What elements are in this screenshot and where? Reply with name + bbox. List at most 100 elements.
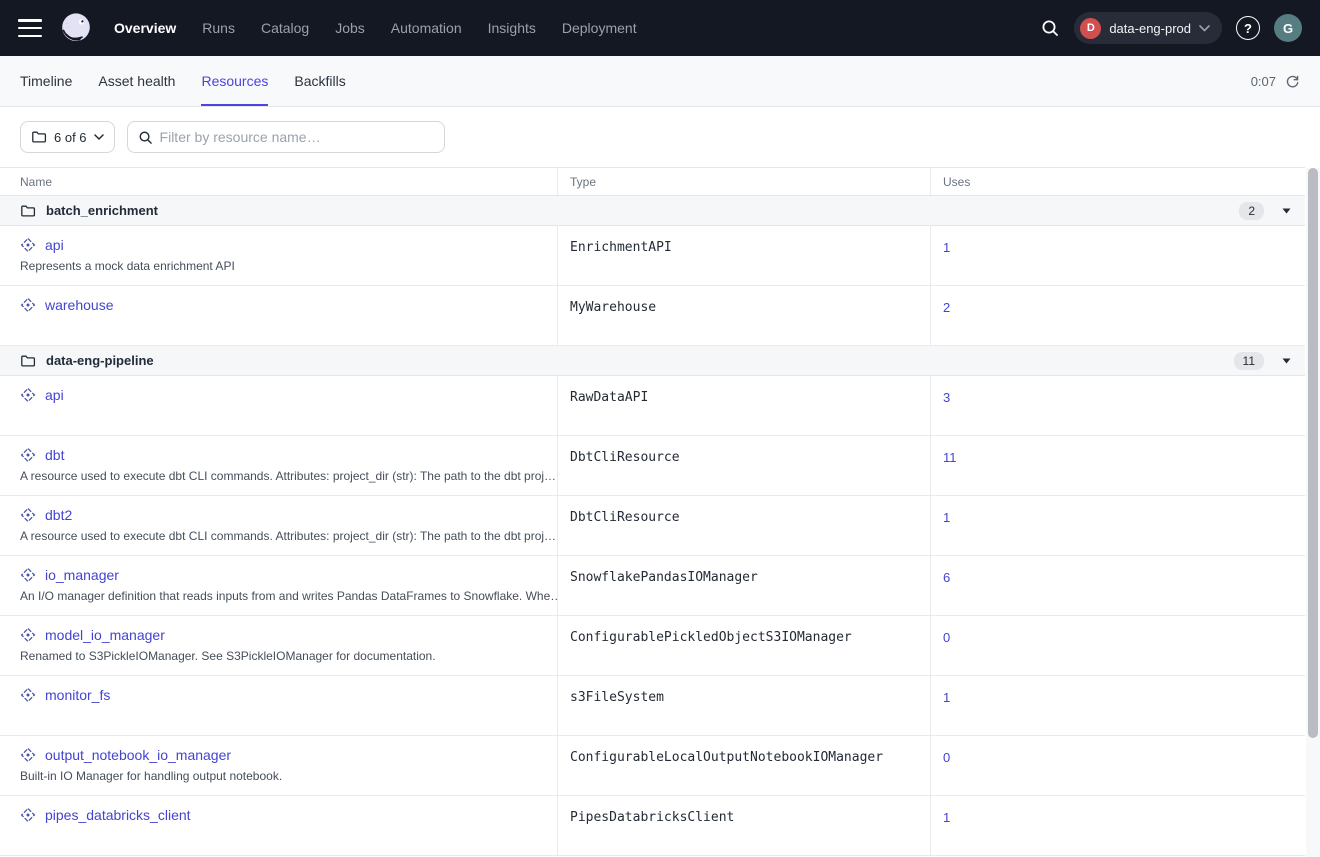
menu-icon[interactable] <box>18 19 42 37</box>
top-navbar: Overview Runs Catalog Jobs Automation Insight… <box>0 0 1320 56</box>
resource-type: ConfigurablePickledObjectS3IOManager <box>557 616 930 675</box>
uses-count-link[interactable]: 11 <box>943 450 957 465</box>
group-count-badge: 2 <box>1239 202 1264 220</box>
nav-item-automation[interactable]: Automation <box>391 20 462 36</box>
uses-cell: 11 <box>930 436 1305 495</box>
tab-resources[interactable]: Resources <box>201 56 268 106</box>
resource-description: Built-in IO Manager for handling output … <box>20 769 537 783</box>
resource-icon <box>20 387 36 403</box>
nav-item-overview[interactable]: Overview <box>114 20 176 36</box>
column-header-name: Name <box>0 175 557 189</box>
scrollbar-thumb[interactable] <box>1308 168 1318 738</box>
nav-item-insights[interactable]: Insights <box>488 20 536 36</box>
uses-count-link[interactable]: 6 <box>943 570 950 585</box>
resource-name-link[interactable]: api <box>45 387 64 403</box>
tab-bar: Timeline Asset health Resources Backfills 0… <box>0 56 1320 107</box>
tab-asset-health[interactable]: Asset health <box>98 56 175 106</box>
uses-count-link[interactable]: 2 <box>943 300 950 315</box>
search-icon <box>138 130 153 145</box>
tab-backfills[interactable]: Backfills <box>294 56 345 106</box>
resource-name-link[interactable]: monitor_fs <box>45 687 110 703</box>
folder-icon <box>20 203 36 219</box>
resource-icon <box>20 507 36 523</box>
table-row-warehouse: warehouseMyWarehouse2 <box>0 286 1305 346</box>
refresh-icon[interactable] <box>1285 74 1300 89</box>
resource-icon <box>20 567 36 583</box>
table-row-io-manager: io_manager An I/O manager definition that… <box>0 556 1305 616</box>
resource-icon <box>20 807 36 823</box>
tab-timeline[interactable]: Timeline <box>20 56 72 106</box>
uses-count-link[interactable]: 0 <box>943 630 950 645</box>
scrollbar-track[interactable] <box>1306 168 1320 857</box>
table-row-dbt: dbt A resource used to execute dbt CLI co… <box>0 436 1305 496</box>
workspace-switcher[interactable]: D data-eng-prod <box>1074 12 1222 44</box>
main-nav: Overview Runs Catalog Jobs Automation Insight… <box>114 20 637 36</box>
resource-filter-input[interactable] <box>160 129 434 145</box>
name-cell: output_notebook_io_manager Built-in IO Ma… <box>0 736 557 795</box>
uses-cell: 3 <box>930 376 1305 435</box>
name-cell: api Represents a mock data enrichment API <box>0 226 557 285</box>
search-icon[interactable] <box>1040 18 1060 38</box>
group-count-dropdown[interactable]: 6 of 6 <box>20 121 115 153</box>
navbar-right: D data-eng-prod ? G <box>1040 12 1302 44</box>
resource-name-link[interactable]: warehouse <box>45 297 114 313</box>
table-row-pipes-databricks-client: pipes_databricks_client PipesDatabricksCl… <box>0 796 1305 856</box>
uses-count-link[interactable]: 3 <box>943 390 950 405</box>
resource-name-link[interactable]: dbt2 <box>45 507 72 523</box>
name-cell: dbt A resource used to execute dbt CLI co… <box>0 436 557 495</box>
uses-cell: 1 <box>930 676 1305 735</box>
resource-description: A resource used to execute dbt CLI comma… <box>20 529 537 543</box>
group-count-label: 6 of 6 <box>54 130 87 145</box>
resource-name-link[interactable]: io_manager <box>45 567 119 583</box>
uses-count-link[interactable]: 1 <box>943 690 950 705</box>
resource-name-link[interactable]: dbt <box>45 447 64 463</box>
name-cell: model_io_managerRenamed to S3PickleIOMan… <box>0 616 557 675</box>
uses-cell: 2 <box>930 286 1305 345</box>
resource-name-link[interactable]: pipes_databricks_client <box>45 807 191 823</box>
resource-description: An I/O manager definition that reads inp… <box>20 589 537 603</box>
resource-icon <box>20 447 36 463</box>
uses-count-link[interactable]: 1 <box>943 240 950 255</box>
timer-value: 0:07 <box>1251 74 1276 89</box>
resource-description: Represents a mock data enrichment API <box>20 259 537 273</box>
collapse-caret-icon[interactable] <box>1282 208 1291 214</box>
name-cell: warehouse <box>0 286 557 345</box>
resource-name-link[interactable]: output_notebook_io_manager <box>45 747 231 763</box>
uses-count-link[interactable]: 0 <box>943 750 950 765</box>
filter-bar: 6 of 6 <box>0 107 1320 167</box>
column-header-uses: Uses <box>930 168 1305 195</box>
resource-filter-field <box>127 121 445 153</box>
resource-name-link[interactable]: api <box>45 237 64 253</box>
app-root: Overview Runs Catalog Jobs Automation Insight… <box>0 0 1320 857</box>
nav-item-jobs[interactable]: Jobs <box>335 20 365 36</box>
resource-description: A resource used to execute dbt CLI comma… <box>20 469 537 483</box>
refresh-timer: 0:07 <box>1251 74 1300 89</box>
uses-cell: 6 <box>930 556 1305 615</box>
chevron-down-icon <box>94 134 104 141</box>
table-row-model-io-manager: model_io_managerRenamed to S3PickleIOMan… <box>0 616 1305 676</box>
group-row-data-eng-pipeline[interactable]: data-eng-pipeline11 <box>0 346 1305 376</box>
tab-list: Timeline Asset health Resources Backfills <box>20 56 346 106</box>
dagster-logo-icon[interactable] <box>58 10 94 46</box>
folder-icon <box>20 353 36 369</box>
uses-count-link[interactable]: 1 <box>943 510 950 525</box>
resource-name-link[interactable]: model_io_manager <box>45 627 165 643</box>
nav-item-runs[interactable]: Runs <box>202 20 235 36</box>
nav-item-catalog[interactable]: Catalog <box>261 20 309 36</box>
help-icon[interactable]: ? <box>1236 16 1260 40</box>
name-cell: dbt2 A resource used to execute dbt CLI c… <box>0 496 557 555</box>
table-row-monitor-fs: monitor_fss3FileSystem1 <box>0 676 1305 736</box>
column-header-type: Type <box>557 168 930 195</box>
resource-type: PipesDatabricksClient <box>557 796 930 855</box>
resource-type: EnrichmentAPI <box>557 226 930 285</box>
collapse-caret-icon[interactable] <box>1282 358 1291 364</box>
uses-count-link[interactable]: 1 <box>943 810 950 825</box>
resource-type: ConfigurableLocalOutputNotebookIOManager <box>557 736 930 795</box>
group-row-batch-enrichment[interactable]: batch_enrichment2 <box>0 196 1305 226</box>
group-row-right: 2 <box>1239 202 1291 220</box>
avatar[interactable]: G <box>1274 14 1302 42</box>
table-row-api: api RawDataAPI 3 <box>0 376 1305 436</box>
nav-item-deployment[interactable]: Deployment <box>562 20 637 36</box>
resource-type: RawDataAPI <box>557 376 930 435</box>
folder-icon <box>31 129 47 145</box>
